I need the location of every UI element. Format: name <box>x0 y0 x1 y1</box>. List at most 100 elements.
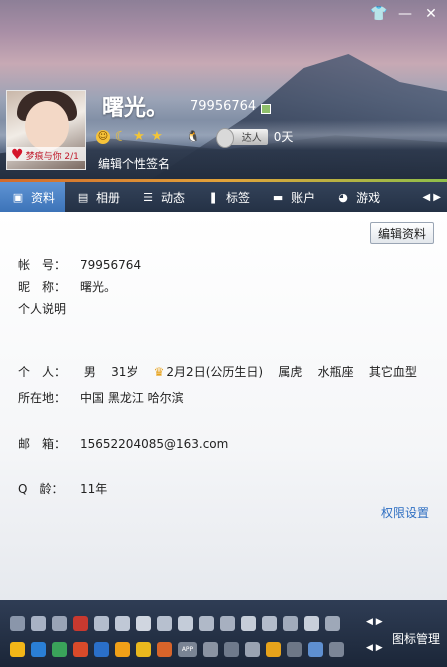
sun-level-icon[interactable]: ☺ <box>96 129 110 144</box>
zodiac: 属虎 <box>278 365 303 379</box>
avatar-tag: ♥ 梦痕与你 2/1 <box>7 147 85 161</box>
star-level-icon[interactable]: ★ <box>132 129 146 144</box>
photo-album-icon: ▤ <box>77 190 89 204</box>
tab-scroll-arrow-icon[interactable]: ◀ ▶ <box>422 192 447 203</box>
bookmark-icon: ❚ <box>208 190 218 204</box>
account-label: 帐 号： <box>18 258 67 272</box>
description-label: 个人说明 <box>18 302 67 316</box>
app-icon[interactable] <box>94 642 109 657</box>
crown-icon: ♛ <box>153 365 165 379</box>
tab-bar: ▣ 资料 ▤ 相册 ☰ 动态 ❚ 标签 ▬ 账户 ◕ 游戏 ◀ ▶ <box>0 179 447 212</box>
app-icon[interactable] <box>220 616 235 631</box>
app-icon[interactable] <box>203 642 218 657</box>
app-icon[interactable] <box>287 642 302 657</box>
app-row-top <box>10 616 340 631</box>
app-row-bottom: APP <box>10 642 344 657</box>
edit-profile-button[interactable]: 编辑资料 <box>370 222 434 244</box>
tab-album[interactable]: ▤ 相册 <box>65 182 130 212</box>
app-icon[interactable] <box>31 616 46 631</box>
blood-type: 其它血型 <box>368 365 417 379</box>
app-icon[interactable] <box>31 642 46 657</box>
moon-level-icon[interactable]: ☾ <box>114 129 128 145</box>
nickname: 曙光。 <box>102 96 169 121</box>
daren-days: 0天 <box>273 130 294 144</box>
app-icon[interactable] <box>115 642 130 657</box>
app-icon[interactable]: APP <box>178 642 197 657</box>
gender: 男 <box>83 365 96 379</box>
app-icon[interactable] <box>94 616 109 631</box>
email-row: 邮 箱： 15652204085@163.com <box>18 435 228 452</box>
birthday: 2月2日(公历生日) <box>166 365 264 379</box>
feed-list-icon: ☰ <box>143 190 153 204</box>
profile-details: 编辑资料 帐 号： 79956764 昵 称： 曙光。 个人说明 个 人： 男 31… <box>0 212 447 600</box>
app-icon[interactable] <box>283 616 298 631</box>
app-icon[interactable] <box>10 642 25 657</box>
constellation: 水瓶座 <box>317 365 354 379</box>
app-icon[interactable] <box>308 642 323 657</box>
icon-manager-link[interactable]: 图标管理 <box>392 630 440 647</box>
app-icon[interactable] <box>157 616 172 631</box>
account-value: 79956764 <box>80 258 142 272</box>
nickname-value: 曙光。 <box>80 280 117 294</box>
location-row: 所在地： 中国 黑龙江 哈尔滨 <box>18 389 184 406</box>
tab-feed[interactable]: ☰ 动态 <box>130 182 195 212</box>
location-value: 中国 黑龙江 哈尔滨 <box>80 391 184 405</box>
penguin-icon[interactable]: 🐧 <box>186 130 200 143</box>
tab-account[interactable]: ▬ 账户 <box>260 182 325 212</box>
age: 31岁 <box>111 365 139 379</box>
app-icon[interactable] <box>241 616 256 631</box>
app-icon[interactable] <box>115 616 130 631</box>
wallet-icon: ▬ <box>272 190 284 204</box>
app-icon[interactable] <box>224 642 239 657</box>
app-icon[interactable] <box>73 616 88 631</box>
avatar[interactable]: ♥ 梦痕与你 2/1 <box>6 90 86 170</box>
nickname-label: 昵 称： <box>18 280 67 294</box>
app-icon[interactable] <box>157 642 172 657</box>
skin-icon[interactable]: 👕 <box>370 6 387 22</box>
personal-label: 个 人： <box>18 365 67 379</box>
qq-age-label: Q 龄： <box>18 482 64 496</box>
app-icon[interactable] <box>329 642 344 657</box>
tab-profile[interactable]: ▣ 资料 <box>0 182 66 212</box>
app-icon[interactable] <box>199 616 214 631</box>
app-icon[interactable] <box>325 616 340 631</box>
app-icon[interactable] <box>73 642 88 657</box>
location-label: 所在地： <box>18 391 67 405</box>
app-icon[interactable] <box>178 616 193 631</box>
star-level-icon[interactable]: ★ <box>150 129 164 144</box>
window-controls: 👕 — ✕ <box>370 6 439 22</box>
app-icon[interactable] <box>10 616 25 631</box>
game-icon: ◕ <box>338 190 348 204</box>
minimize-icon[interactable]: — <box>397 6 413 22</box>
qq-age-value: 11年 <box>80 482 108 496</box>
email-label: 邮 箱： <box>18 437 67 451</box>
email-value: 15652204085@163.com <box>80 437 229 451</box>
app-row-bottom-arrows[interactable]: ◀ ▶ <box>366 643 383 653</box>
app-bar: APP ◀ ▶ ◀ ▶ 图标管理 <box>0 600 447 667</box>
heart-icon: ♥ <box>11 147 24 161</box>
avatar-face <box>25 101 69 151</box>
nickname-row: 昵 称： 曙光。 <box>18 278 116 295</box>
app-icon[interactable] <box>262 616 277 631</box>
personal-row: 个 人： 男 31岁 ♛ 2月2日(公历生日) 属虎 水瓶座 其它血型 <box>18 363 417 380</box>
app-icon[interactable] <box>266 642 281 657</box>
app-icon[interactable] <box>304 616 319 631</box>
qq-age-row: Q 龄： 11年 <box>18 480 107 497</box>
app-icon[interactable] <box>136 616 151 631</box>
qq-number: 79956764 <box>190 99 257 114</box>
signature-field[interactable]: 编辑个性签名 <box>98 155 170 172</box>
app-icon[interactable] <box>136 642 151 657</box>
tab-games[interactable]: ◕ 游戏 <box>325 182 390 212</box>
app-icon[interactable] <box>52 616 67 631</box>
close-icon[interactable]: ✕ <box>423 6 439 22</box>
level-row: ☺ ☾ ★ ★ 🐧 达人 0天 <box>96 127 294 148</box>
permission-settings-link[interactable]: 权限设置 <box>381 504 429 521</box>
app-icon[interactable] <box>245 642 260 657</box>
tab-tags[interactable]: ❚ 标签 <box>195 182 260 212</box>
daren-badge-label: 达人 <box>215 127 268 148</box>
profile-header: 👕 — ✕ ♥ 梦痕与你 2/1 曙光。 79956764 ☺ ☾ ★ ★ 🐧 达… <box>0 0 447 182</box>
vip-icon[interactable] <box>261 104 271 114</box>
app-row-top-arrows[interactable]: ◀ ▶ <box>366 617 383 627</box>
app-icon[interactable] <box>52 642 67 657</box>
daren-badge[interactable]: 达人 0天 <box>215 127 294 148</box>
